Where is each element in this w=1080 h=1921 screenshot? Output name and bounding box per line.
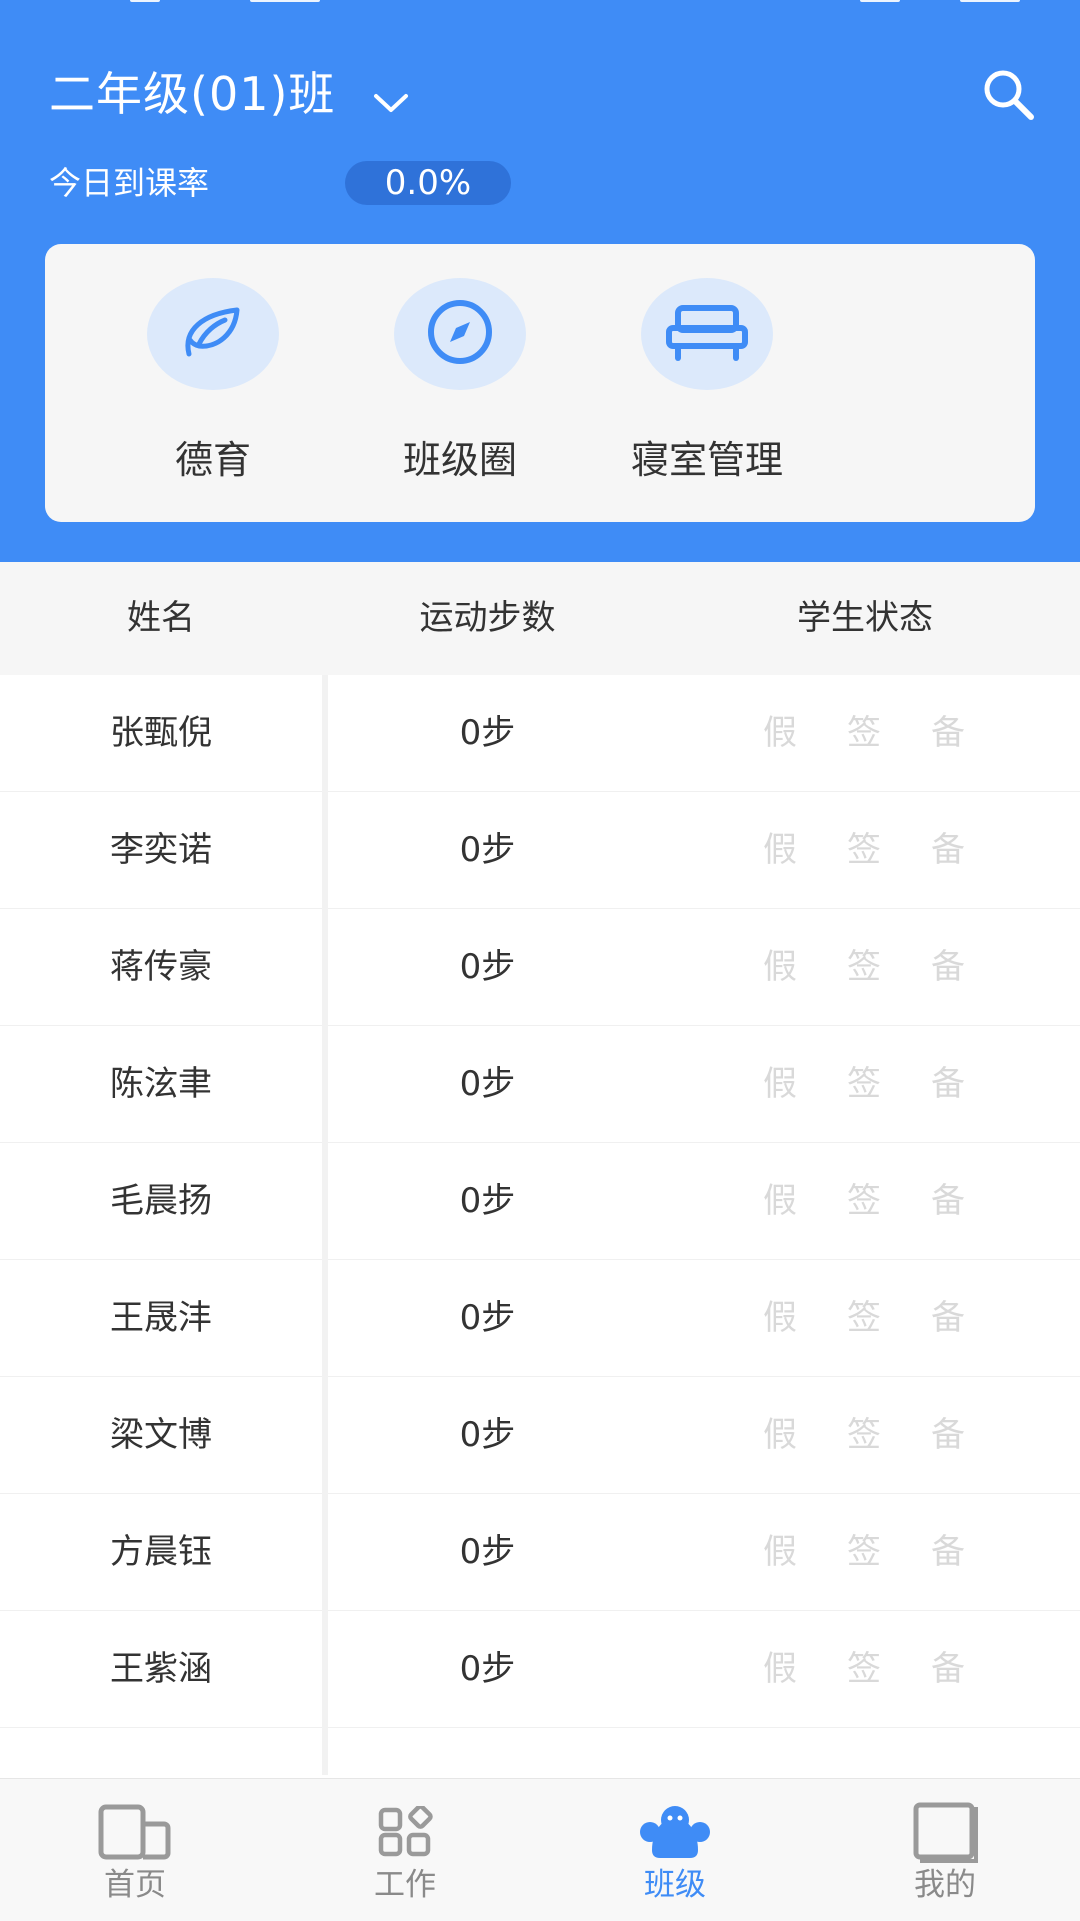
table-row[interactable]: 陈泫聿 0步 假 签 备 [0,1026,1080,1144]
status-note[interactable]: 备 [918,675,978,791]
home-icon [95,1799,175,1865]
status-leave[interactable]: 假 [750,675,810,791]
tab-work[interactable]: 工作 [270,1779,540,1921]
status-leave[interactable]: 假 [750,1143,810,1259]
class-group-icon [635,1799,715,1865]
column-name: 姓名 [127,598,195,638]
table-row[interactable]: 李奕诺 0步 假 签 备 [0,792,1080,910]
tab-label: 工作 [374,1867,436,1903]
student-name: 李奕诺 [110,830,212,870]
status-note[interactable]: 备 [918,1143,978,1259]
status-checkin[interactable]: 签 [834,1611,894,1727]
status-checkin[interactable]: 签 [834,1377,894,1493]
table-row[interactable]: 毛晨扬 0步 假 签 备 [0,1143,1080,1261]
step-count: 0步 [459,830,516,870]
tab-label: 首页 [104,1867,166,1903]
status-leave[interactable]: 假 [750,1494,810,1610]
shortcut-class-circle[interactable]: 班级圈 [360,278,560,498]
tab-class[interactable]: 班级 [540,1779,810,1921]
table-row[interactable]: 王晟沣 0步 假 签 备 [0,1260,1080,1378]
student-name: 王晟沣 [110,1298,212,1338]
leaf-icon [177,300,249,368]
status-leave[interactable]: 假 [750,1026,810,1142]
student-name: 毛晨扬 [110,1181,212,1221]
step-count: 0步 [459,947,516,987]
status-note[interactable]: 备 [918,1377,978,1493]
tab-label: 我的 [914,1867,976,1903]
shortcut-label: 德育 [174,438,251,482]
status-leave[interactable]: 假 [750,909,810,1025]
status-note[interactable]: 备 [918,909,978,1025]
status-checkin[interactable]: 签 [834,909,894,1025]
status-bar [0,0,1080,4]
student-name: 王紫涵 [110,1649,212,1689]
tab-home[interactable]: 首页 [0,1779,270,1921]
status-checkin[interactable]: 签 [834,1494,894,1610]
step-count: 0步 [459,1181,516,1221]
status-checkin[interactable]: 签 [834,1026,894,1142]
column-status: 学生状态 [797,598,933,638]
status-note[interactable]: 备 [918,1260,978,1376]
attendance-rate-badge: 0.0% [345,161,511,205]
tab-label: 班级 [644,1867,706,1903]
student-name: 方晨钰 [110,1532,212,1572]
apps-icon [365,1799,445,1865]
status-checkin[interactable]: 签 [834,675,894,791]
status-note[interactable]: 备 [918,792,978,908]
status-checkin[interactable]: 签 [834,1260,894,1376]
status-leave[interactable]: 假 [750,1611,810,1727]
student-list[interactable]: 张甄倪 0步 假 签 备 李奕诺 0步 假 签 备 蒋传豪 0步 假 签 备 陈… [0,675,1080,1775]
bottom-tab-bar: 首页 工作 班级 我的 [0,1778,1080,1921]
step-count: 0步 [459,1532,516,1572]
status-leave[interactable]: 假 [750,792,810,908]
table-header: 姓名 运动步数 学生状态 [0,562,1080,675]
status-note[interactable]: 备 [918,1026,978,1142]
step-count: 0步 [459,1064,516,1104]
status-checkin[interactable]: 签 [834,1143,894,1259]
status-leave[interactable]: 假 [750,1377,810,1493]
status-leave[interactable]: 假 [750,1260,810,1376]
table-row[interactable]: 蒋传豪 0步 假 签 备 [0,909,1080,1027]
status-note[interactable]: 备 [918,1494,978,1610]
shortcut-moral-education[interactable]: 德育 [113,278,313,498]
shortcut-dorm-management[interactable]: 寝室管理 [607,278,807,498]
chevron-down-icon [373,66,409,130]
bed-icon [664,302,750,366]
column-steps: 运动步数 [419,598,556,638]
shortcut-label: 寝室管理 [630,438,783,482]
compass-icon [424,296,496,372]
step-count: 0步 [459,1298,516,1338]
table-row[interactable]: 张甄倪 0步 假 签 备 [0,675,1080,793]
shortcut-card: 德育 班级圈 寝室管理 [45,244,1035,522]
attendance-label: 今日到课率 [49,164,210,202]
class-name: 二年级(01)班 [49,67,336,121]
table-row[interactable]: 梁文博 0步 假 签 备 [0,1377,1080,1495]
search-icon[interactable] [978,64,1038,124]
student-name: 陈泫聿 [110,1064,212,1104]
step-count: 0步 [459,1415,516,1455]
table-row-partial [0,1728,1080,1775]
class-selector[interactable]: 二年级(01)班 [49,62,409,126]
shortcut-label: 班级圈 [402,438,517,482]
tab-mine[interactable]: 我的 [810,1779,1080,1921]
table-row[interactable]: 方晨钰 0步 假 签 备 [0,1494,1080,1612]
status-note[interactable]: 备 [918,1611,978,1727]
step-count: 0步 [459,1649,516,1689]
profile-book-icon [905,1799,985,1865]
step-count: 0步 [459,713,516,753]
student-name: 张甄倪 [110,713,212,753]
student-name: 蒋传豪 [110,947,212,987]
student-name: 梁文博 [110,1415,212,1455]
status-checkin[interactable]: 签 [834,792,894,908]
header: 二年级(01)班 今日到课率 0.0% 德育 班级圈 寝室管理 [0,0,1080,562]
table-row[interactable]: 王紫涵 0步 假 签 备 [0,1611,1080,1729]
